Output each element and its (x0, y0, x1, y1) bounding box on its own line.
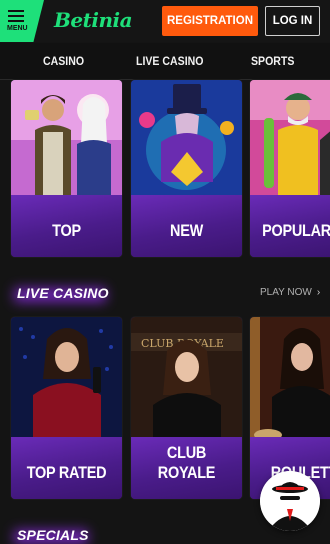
nav-item-sports[interactable]: SPORTS (251, 54, 294, 68)
tile-label-popular: POPULAR (262, 221, 330, 240)
tile-label-top-rated: TOP RATED (26, 463, 107, 482)
live-casino-title: LIVE CASINO (17, 285, 109, 301)
menu-button[interactable]: MENU (0, 0, 44, 42)
betinia-logo[interactable]: Betinia (54, 8, 133, 32)
tile-art-dealer-roulette (250, 317, 330, 447)
tile-label-club-royale: CLUB ROYALE (157, 443, 216, 482)
casino-tile-popular[interactable]: POPULAR (250, 80, 330, 257)
registration-button[interactable]: REGISTRATION (162, 6, 258, 36)
login-button[interactable]: LOG IN (265, 6, 320, 36)
tile-art-dealer-red (11, 317, 122, 447)
support-chat-button[interactable] (260, 471, 320, 531)
casino-tile-new[interactable]: NEW (131, 80, 242, 257)
tile-label-new: NEW (170, 221, 203, 240)
nav-item-casino[interactable]: CASINO (43, 54, 84, 68)
top-header: MENU Betinia REGISTRATION LOG IN (0, 0, 330, 42)
specials-title: SPECIALS (17, 527, 89, 543)
menu-label: MENU (7, 25, 28, 32)
nav-item-live-casino[interactable]: LIVE CASINO (136, 54, 203, 68)
tile-label-top: TOP (52, 221, 81, 240)
live-tile-top-rated[interactable]: TOP RATED (11, 317, 122, 499)
chevron-right-icon: › (316, 287, 321, 298)
tile-art-dealer-club: CLUB ROYALE (131, 317, 242, 447)
casino-tile-top[interactable]: TOP (11, 80, 122, 257)
live-tile-club-royale[interactable]: CLUB ROYALE CLUB ROYALE (131, 317, 242, 499)
tile-art-magician (131, 80, 242, 205)
support-agent-icon (260, 471, 320, 531)
tile-art-fisherman (250, 80, 330, 205)
tile-art-adventurer (11, 80, 122, 205)
play-now-link[interactable]: PLAY NOW › (260, 287, 320, 298)
menu-icon (8, 10, 24, 25)
main-nav: CASINO LIVE CASINO SPORTS (0, 43, 330, 79)
play-now-label: PLAY NOW (260, 287, 312, 298)
